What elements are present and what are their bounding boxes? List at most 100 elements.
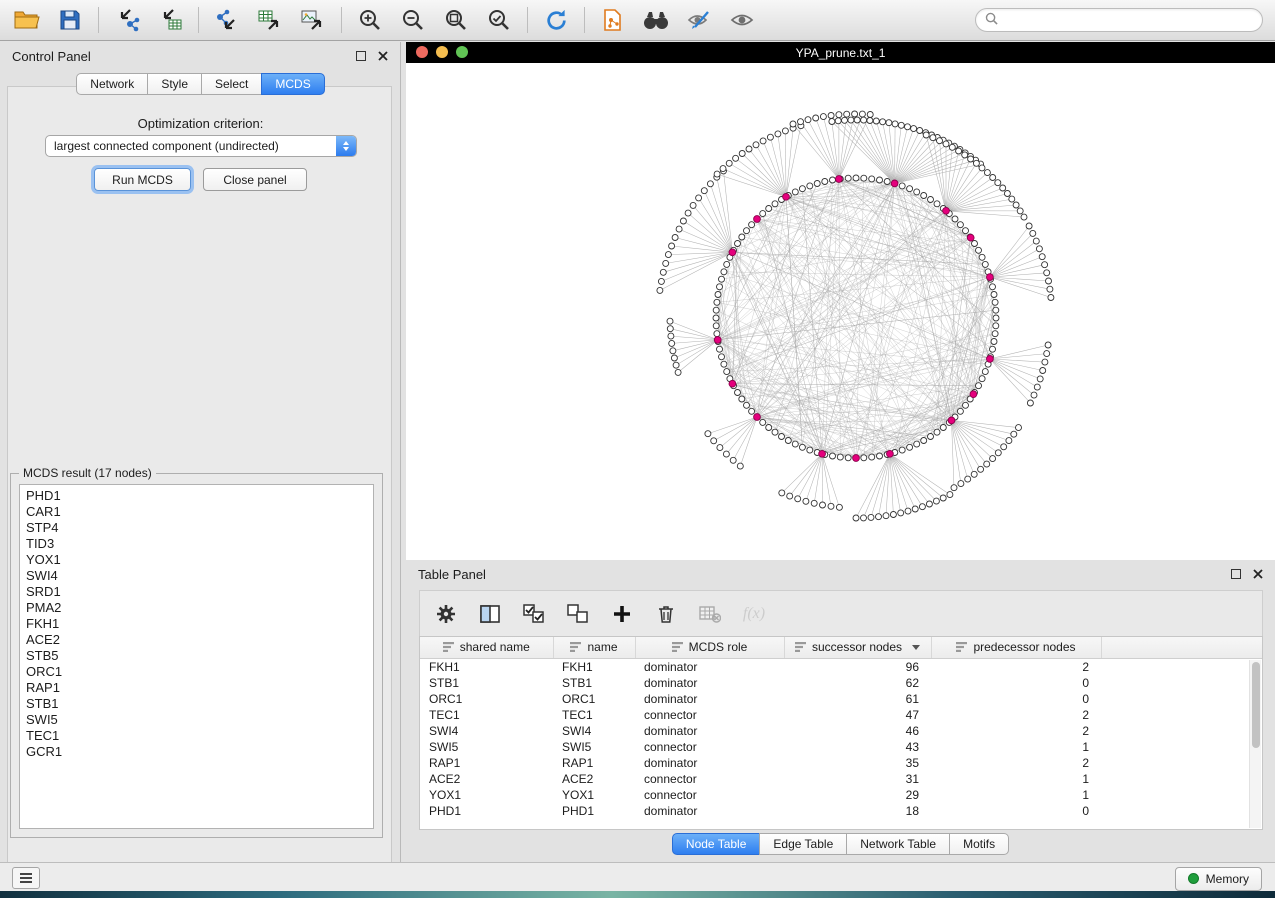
optimization-criterion-label: Optimization criterion: bbox=[0, 116, 401, 131]
float-table-panel-icon[interactable] bbox=[1231, 569, 1241, 579]
maximize-window-icon[interactable] bbox=[456, 46, 468, 58]
delete-table-icon bbox=[698, 602, 722, 626]
table-row[interactable]: STB1STB1dominator620 bbox=[420, 675, 1263, 691]
close-panel-button[interactable]: Close panel bbox=[203, 168, 307, 191]
network-dominator-nodes[interactable] bbox=[714, 176, 993, 462]
mcds-result-title: MCDS result (17 nodes) bbox=[19, 466, 156, 480]
table-panel-header: Table Panel bbox=[406, 560, 1275, 588]
column-header-successor-nodes[interactable]: successor nodes bbox=[784, 637, 931, 659]
zoom-fit-icon[interactable] bbox=[441, 5, 471, 35]
network-canvas[interactable] bbox=[406, 63, 1275, 560]
table-scrollbar[interactable] bbox=[1249, 660, 1261, 828]
control-panel: Control Panel Network Style Select MCDS … bbox=[0, 42, 401, 862]
table-scrollbar-thumb[interactable] bbox=[1252, 662, 1260, 748]
table-row[interactable]: TEC1TEC1connector472 bbox=[420, 707, 1263, 723]
mcds-result-item[interactable]: STB5 bbox=[26, 648, 373, 664]
mcds-result-item[interactable]: PHD1 bbox=[26, 488, 373, 504]
tab-style[interactable]: Style bbox=[147, 73, 202, 95]
cytoscape-app: Control Panel Network Style Select MCDS … bbox=[0, 0, 1275, 898]
mcds-result-item[interactable]: RAP1 bbox=[26, 680, 373, 696]
close-panel-icon[interactable] bbox=[378, 49, 388, 64]
function-builder-icon: f(x) bbox=[742, 602, 766, 626]
close-window-icon[interactable] bbox=[416, 46, 428, 58]
mcds-result-item[interactable]: FKH1 bbox=[26, 616, 373, 632]
mcds-result-item[interactable]: STB1 bbox=[26, 696, 373, 712]
tab-mcds[interactable]: MCDS bbox=[261, 73, 324, 95]
clone-network-icon[interactable] bbox=[598, 5, 628, 35]
show-columns-icon[interactable] bbox=[478, 602, 502, 626]
tab-edge-table[interactable]: Edge Table bbox=[759, 833, 847, 855]
memory-button[interactable]: Memory bbox=[1175, 867, 1262, 891]
table-row[interactable]: YOX1YOX1connector291 bbox=[420, 787, 1263, 803]
search-input[interactable] bbox=[1004, 12, 1253, 28]
column-header-predecessor-nodes[interactable]: predecessor nodes bbox=[931, 637, 1101, 659]
import-network-icon[interactable] bbox=[112, 5, 142, 35]
save-session-icon[interactable] bbox=[55, 5, 85, 35]
mcds-result-item[interactable]: SWI4 bbox=[26, 568, 373, 584]
mcds-result-list[interactable]: PHD1CAR1STP4TID3YOX1SWI4SRD1PMA2FKH1ACE2… bbox=[19, 484, 374, 829]
minimize-window-icon[interactable] bbox=[436, 46, 448, 58]
node-table: shared name name MCDS role successor nod… bbox=[419, 636, 1263, 830]
mcds-result-item[interactable]: PMA2 bbox=[26, 600, 373, 616]
gear-icon[interactable] bbox=[434, 602, 458, 626]
optimization-criterion-select[interactable]: largest connected component (undirected) bbox=[45, 135, 357, 157]
tab-motifs[interactable]: Motifs bbox=[949, 833, 1009, 855]
refresh-icon[interactable] bbox=[541, 5, 571, 35]
table-row[interactable]: SWI5SWI5connector431 bbox=[420, 739, 1263, 755]
column-header-shared-name[interactable]: shared name bbox=[420, 637, 553, 659]
network-window-titlebar[interactable]: YPA_prune.txt_1 bbox=[406, 42, 1275, 63]
mcds-result-item[interactable]: YOX1 bbox=[26, 552, 373, 568]
select-all-rows-icon[interactable] bbox=[522, 602, 546, 626]
table-header-row: shared name name MCDS role successor nod… bbox=[420, 637, 1263, 659]
add-column-icon[interactable] bbox=[610, 602, 634, 626]
network-window: YPA_prune.txt_1 bbox=[406, 42, 1275, 560]
toolbar-separator bbox=[584, 7, 585, 33]
mcds-result-item[interactable]: TEC1 bbox=[26, 728, 373, 744]
column-type-icon bbox=[443, 642, 454, 652]
table-row[interactable]: RAP1RAP1dominator352 bbox=[420, 755, 1263, 771]
column-header-mcds-role[interactable]: MCDS role bbox=[635, 637, 784, 659]
zoom-in-icon[interactable] bbox=[355, 5, 385, 35]
status-bar: Memory bbox=[0, 862, 1275, 891]
column-header-name[interactable]: name bbox=[553, 637, 635, 659]
mcds-result-item[interactable]: SWI5 bbox=[26, 712, 373, 728]
eye-icon[interactable] bbox=[727, 5, 757, 35]
mcds-result-item[interactable]: STP4 bbox=[26, 520, 373, 536]
selected-option: largest connected component (undirected) bbox=[46, 139, 336, 153]
export-network-icon[interactable] bbox=[212, 5, 242, 35]
delete-column-icon[interactable] bbox=[654, 602, 678, 626]
panel-menu-icon[interactable] bbox=[12, 867, 40, 889]
mcds-result-item[interactable]: CAR1 bbox=[26, 504, 373, 520]
mcds-result-item[interactable]: SRD1 bbox=[26, 584, 373, 600]
mcds-result-item[interactable]: GCR1 bbox=[26, 744, 373, 760]
deselect-all-rows-icon[interactable] bbox=[566, 602, 590, 626]
table-row[interactable]: SWI4SWI4dominator462 bbox=[420, 723, 1263, 739]
close-table-panel-icon[interactable] bbox=[1253, 567, 1263, 582]
tab-network[interactable]: Network bbox=[76, 73, 148, 95]
tab-node-table[interactable]: Node Table bbox=[672, 833, 761, 855]
float-panel-icon[interactable] bbox=[356, 51, 366, 61]
column-menu-caret-icon[interactable] bbox=[912, 645, 920, 650]
find-binoculars-icon[interactable] bbox=[641, 5, 671, 35]
tab-select[interactable]: Select bbox=[201, 73, 262, 95]
zoom-out-icon[interactable] bbox=[398, 5, 428, 35]
desktop-wallpaper-strip bbox=[0, 891, 1275, 898]
export-table-icon[interactable] bbox=[255, 5, 285, 35]
table-row[interactable]: ACE2ACE2connector311 bbox=[420, 771, 1263, 787]
table-row[interactable]: ORC1ORC1dominator610 bbox=[420, 691, 1263, 707]
mcds-result-item[interactable]: TID3 bbox=[26, 536, 373, 552]
table-row[interactable]: FKH1FKH1dominator962 bbox=[420, 659, 1263, 676]
memory-label: Memory bbox=[1206, 872, 1249, 886]
open-folder-icon[interactable] bbox=[12, 5, 42, 35]
select-stepper-icon bbox=[336, 136, 356, 156]
import-table-icon[interactable] bbox=[155, 5, 185, 35]
apply-style-icon[interactable] bbox=[684, 5, 714, 35]
run-mcds-button[interactable]: Run MCDS bbox=[94, 168, 191, 191]
zoom-selected-icon[interactable] bbox=[484, 5, 514, 35]
export-image-icon[interactable] bbox=[298, 5, 328, 35]
tab-network-table[interactable]: Network Table bbox=[846, 833, 950, 855]
mcds-result-item[interactable]: ORC1 bbox=[26, 664, 373, 680]
window-traffic-lights bbox=[416, 46, 468, 58]
table-row[interactable]: PHD1PHD1dominator180 bbox=[420, 803, 1263, 819]
mcds-result-item[interactable]: ACE2 bbox=[26, 632, 373, 648]
